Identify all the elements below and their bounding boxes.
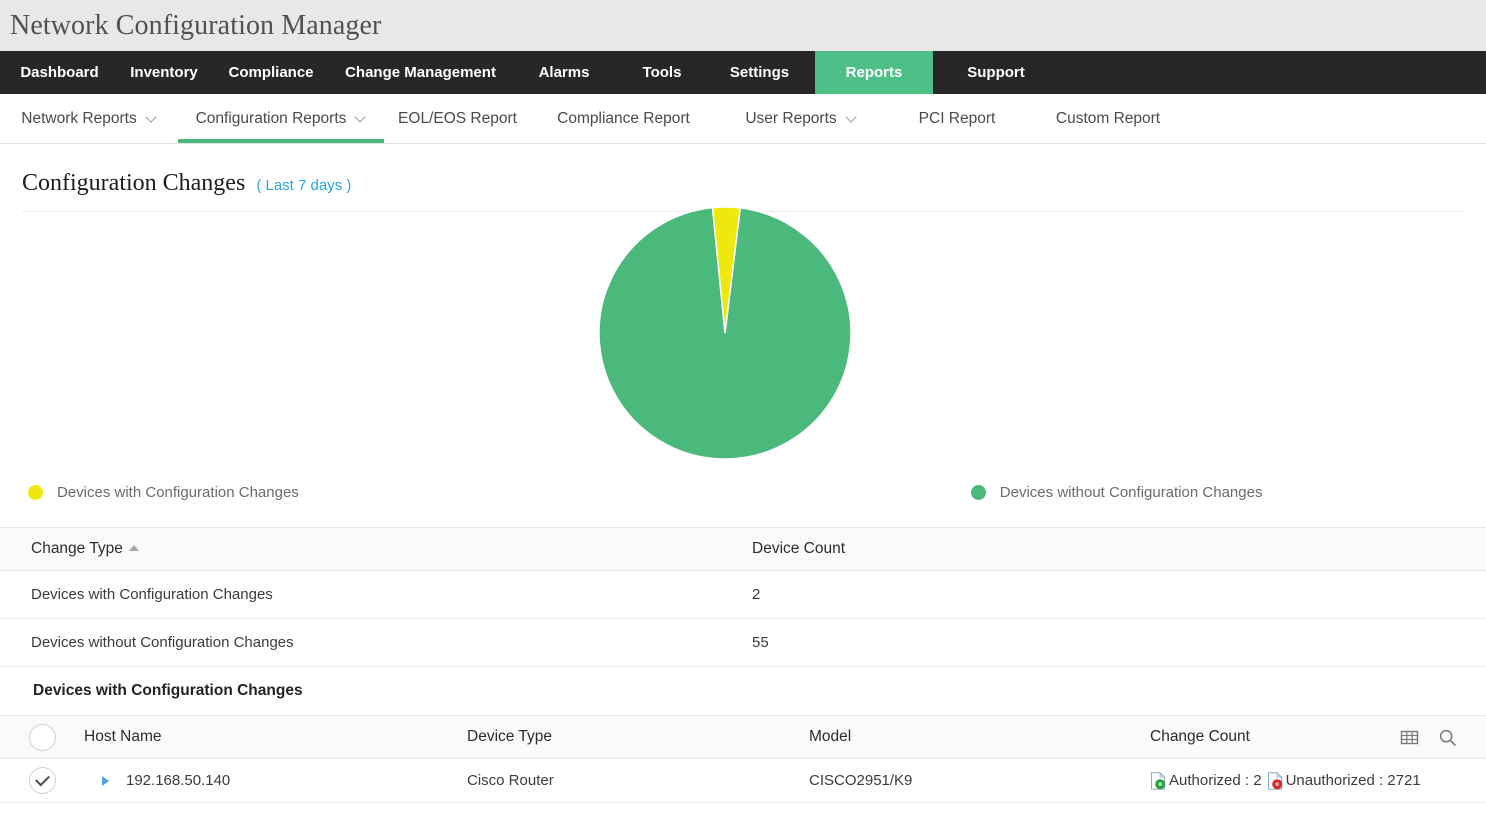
column-header-device-type[interactable]: Device Type: [467, 728, 809, 746]
nav-item-change-management[interactable]: Change Management: [333, 51, 508, 94]
authorized-document-icon: [1150, 772, 1167, 790]
legend-item-with-changes[interactable]: Devices with Configuration Changes: [28, 484, 299, 501]
nav-label: Settings: [730, 64, 789, 81]
column-header-change-type[interactable]: Change Type: [0, 540, 752, 558]
column-header-model[interactable]: Model: [809, 728, 1150, 746]
table-row[interactable]: Devices without Configuration Changes 55: [0, 619, 1486, 667]
cell-device-type: Cisco Router: [467, 772, 809, 789]
subnav-label: Custom Report: [1056, 110, 1160, 128]
column-header-device-count[interactable]: Device Count: [752, 540, 1486, 558]
expand-arrow-icon[interactable]: [102, 776, 109, 786]
subnav-item-pci-report[interactable]: PCI Report: [886, 94, 1028, 143]
configuration-changes-pie-chart: [598, 206, 852, 460]
summary-table-header: Change Type Device Count: [0, 528, 1486, 571]
cell-change-type: Devices without Configuration Changes: [0, 634, 752, 651]
subnav-label: EOL/EOS Report: [398, 110, 517, 128]
chevron-down-icon: [355, 112, 366, 123]
select-all-checkbox-cell: [0, 724, 84, 751]
table-row[interactable]: Devices with Configuration Changes 2: [0, 571, 1486, 619]
subnav-item-user-reports[interactable]: User Reports: [716, 94, 886, 143]
cell-host-name: 192.168.50.140: [126, 772, 467, 789]
nav-item-support[interactable]: Support: [933, 51, 1059, 94]
app-header: Network Configuration Manager: [0, 0, 1486, 51]
column-label: Device Count: [752, 540, 845, 557]
legend-color-dot: [971, 485, 986, 500]
nav-label: Tools: [643, 64, 682, 81]
nav-label: Dashboard: [20, 64, 98, 81]
nav-item-alarms[interactable]: Alarms: [508, 51, 620, 94]
search-icon[interactable]: [1438, 728, 1457, 747]
legend-item-without-changes[interactable]: Devices without Configuration Changes: [971, 484, 1263, 501]
row-checkbox-selected[interactable]: [29, 767, 56, 794]
nav-label: Inventory: [130, 64, 198, 81]
subnav-item-network-reports[interactable]: Network Reports: [0, 94, 178, 143]
nav-item-reports[interactable]: Reports: [815, 51, 933, 94]
cell-change-type: Devices with Configuration Changes: [0, 586, 752, 603]
column-label: Change Type: [31, 540, 123, 558]
sort-ascending-icon[interactable]: [129, 545, 139, 551]
authorized-changes: Authorized : 2: [1150, 772, 1262, 790]
nav-label: Reports: [846, 64, 903, 81]
subnav-item-eol-eos-report[interactable]: EOL/EOS Report: [384, 94, 531, 143]
row-expand-cell: [84, 776, 126, 786]
nav-item-tools[interactable]: Tools: [620, 51, 704, 94]
nav-label: Compliance: [228, 64, 313, 81]
nav-label: Alarms: [539, 64, 590, 81]
legend-label: Devices with Configuration Changes: [57, 484, 299, 501]
cell-change-count: Authorized : 2 Unauthorized : 2721: [1150, 772, 1486, 790]
table-row[interactable]: 192.168.50.140 Cisco Router CISCO2951/K9…: [0, 759, 1486, 803]
cell-device-count: 2: [752, 586, 1486, 603]
subnav-item-custom-report[interactable]: Custom Report: [1028, 94, 1188, 143]
nav-item-settings[interactable]: Settings: [704, 51, 815, 94]
subnav-label: PCI Report: [919, 110, 996, 128]
column-header-host-name[interactable]: Host Name: [84, 728, 467, 746]
nav-item-dashboard[interactable]: Dashboard: [0, 51, 119, 94]
unauthorized-changes: Unauthorized : 2721: [1267, 772, 1421, 790]
subnav-item-configuration-reports[interactable]: Configuration Reports: [178, 94, 384, 143]
nav-label: Change Management: [345, 64, 496, 81]
sub-navigation: Network Reports Configuration Reports EO…: [0, 94, 1486, 144]
page-title: Configuration Changes: [22, 170, 245, 197]
check-icon: [35, 772, 50, 787]
column-header-change-count[interactable]: Change Count: [1150, 728, 1400, 746]
subnav-item-compliance-report[interactable]: Compliance Report: [531, 94, 716, 143]
pie-svg: [598, 206, 852, 460]
detail-table-toolbar: [1400, 728, 1486, 747]
row-checkbox-cell: [0, 767, 84, 794]
legend-color-dot: [28, 485, 43, 500]
legend-label: Devices without Configuration Changes: [1000, 484, 1263, 501]
app-title: Network Configuration Manager: [10, 10, 381, 42]
subnav-label: Compliance Report: [557, 110, 690, 128]
nav-item-inventory[interactable]: Inventory: [119, 51, 209, 94]
summary-table: Change Type Device Count Devices with Co…: [0, 527, 1486, 667]
chart-legend: Devices with Configuration Changes Devic…: [0, 470, 1486, 514]
subnav-label: Network Reports: [21, 110, 136, 128]
grid-icon[interactable]: [1400, 728, 1419, 747]
nav-item-compliance[interactable]: Compliance: [209, 51, 333, 94]
chevron-down-icon: [146, 112, 157, 123]
unauthorized-document-icon: [1267, 772, 1284, 790]
cell-model: CISCO2951/K9: [809, 772, 1150, 789]
chart-area: [0, 212, 1486, 470]
page-title-row: Configuration Changes ( Last 7 days ): [0, 144, 1486, 197]
nav-label: Support: [967, 64, 1025, 81]
subnav-label: User Reports: [745, 110, 836, 128]
detail-table-header: Host Name Device Type Model Change Count: [0, 715, 1486, 759]
main-navigation: Dashboard Inventory Compliance Change Ma…: [0, 51, 1486, 94]
chevron-down-icon: [846, 112, 857, 123]
cell-device-count: 55: [752, 634, 1486, 651]
select-all-checkbox[interactable]: [29, 724, 56, 751]
unauthorized-label: Unauthorized : 2721: [1286, 772, 1421, 789]
subnav-label: Configuration Reports: [196, 110, 347, 128]
detail-section-title: Devices with Configuration Changes: [0, 667, 1486, 715]
authorized-label: Authorized : 2: [1169, 772, 1262, 789]
page-title-period[interactable]: ( Last 7 days ): [256, 177, 351, 194]
